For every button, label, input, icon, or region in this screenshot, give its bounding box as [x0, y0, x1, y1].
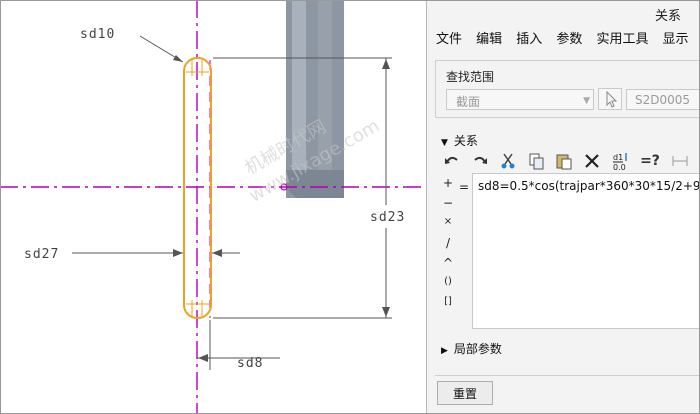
divider: [435, 375, 700, 376]
op-equals-button[interactable]: =: [459, 180, 469, 194]
scope-label: 查找范围: [446, 70, 495, 84]
dim-sd10[interactable]: sd10: [80, 27, 184, 63]
relations-section-header[interactable]: ▼ 关系: [441, 132, 478, 149]
menu-display[interactable]: 显示: [663, 28, 689, 47]
op-divide-button[interactable]: /: [437, 236, 459, 250]
relations-toolbar: d1 0.0 =?: [441, 150, 700, 172]
dialog-titlebar[interactable]: 关系: [427, 0, 700, 26]
svg-text:sd10: sd10: [80, 27, 115, 42]
svg-text:d1: d1: [613, 153, 623, 162]
menu-file[interactable]: 文件: [436, 28, 462, 47]
menu-parameters[interactable]: 参数: [556, 28, 582, 47]
chevron-down-icon: ▼: [583, 96, 590, 106]
op-power-button[interactable]: ^: [437, 256, 459, 270]
undo-icon[interactable]: [441, 150, 463, 172]
relation-text: sd8=0.5*cos(trajpar*360*30*15/2+90): [478, 179, 700, 193]
collapse-triangle-icon: ▼: [441, 138, 448, 148]
local-params-section-header[interactable]: ▶ 局部参数: [441, 340, 502, 357]
scope-type-value: 截面: [456, 95, 481, 109]
scope-type-select[interactable]: 截面 ▼: [446, 89, 594, 110]
svg-text:sd8: sd8: [237, 356, 263, 371]
op-plus-button[interactable]: +: [437, 176, 459, 190]
evaluate-icon[interactable]: d1 0.0: [609, 150, 631, 172]
scope-name-value: S2D0005: [635, 93, 691, 107]
expand-triangle-icon: ▶: [441, 346, 448, 356]
dialog-title: 关系: [655, 9, 682, 24]
svg-text:sd27: sd27: [24, 247, 59, 262]
relations-label: 关系: [453, 134, 478, 148]
reset-button[interactable]: 重置: [437, 381, 493, 405]
relations-editor[interactable]: sd8=0.5*cos(trajpar*360*30*15/2+90): [472, 173, 700, 329]
menu-bar: 文件 编辑 插入 参数 实用工具 显示: [427, 28, 700, 50]
cursor-arrow-icon: [606, 90, 618, 108]
scope-name-field[interactable]: S2D0005: [626, 89, 700, 110]
op-multiply-button[interactable]: ×: [437, 216, 459, 227]
cut-icon[interactable]: [497, 150, 519, 172]
svg-text:sd23: sd23: [370, 210, 405, 225]
select-pointer-button[interactable]: [598, 88, 622, 110]
dim-sd8[interactable]: sd8: [197, 320, 280, 371]
scope-group: 查找范围 截面 ▼ S2D0005: [435, 60, 700, 118]
paste-icon[interactable]: [553, 150, 575, 172]
delete-icon[interactable]: [581, 150, 603, 172]
svg-text:0.0: 0.0: [613, 163, 626, 171]
op-parentheses-button[interactable]: (): [437, 276, 459, 287]
redo-icon[interactable]: [469, 150, 491, 172]
copy-icon[interactable]: [525, 150, 547, 172]
verify-icon[interactable]: =?: [639, 150, 661, 172]
op-brackets-button[interactable]: []: [437, 296, 459, 307]
menu-edit[interactable]: 编辑: [476, 28, 502, 47]
relations-dialog: 关系 文件 编辑 插入 参数 实用工具 显示 查找范围 截面 ▼ S2D0005…: [426, 0, 700, 414]
local-params-label: 局部参数: [453, 342, 502, 356]
dim-sd27[interactable]: sd27: [24, 247, 240, 262]
dimension-icon[interactable]: [669, 150, 691, 172]
menu-insert[interactable]: 插入: [516, 28, 542, 47]
menu-utilities[interactable]: 实用工具: [596, 28, 648, 47]
op-minus-button[interactable]: −: [437, 196, 459, 210]
